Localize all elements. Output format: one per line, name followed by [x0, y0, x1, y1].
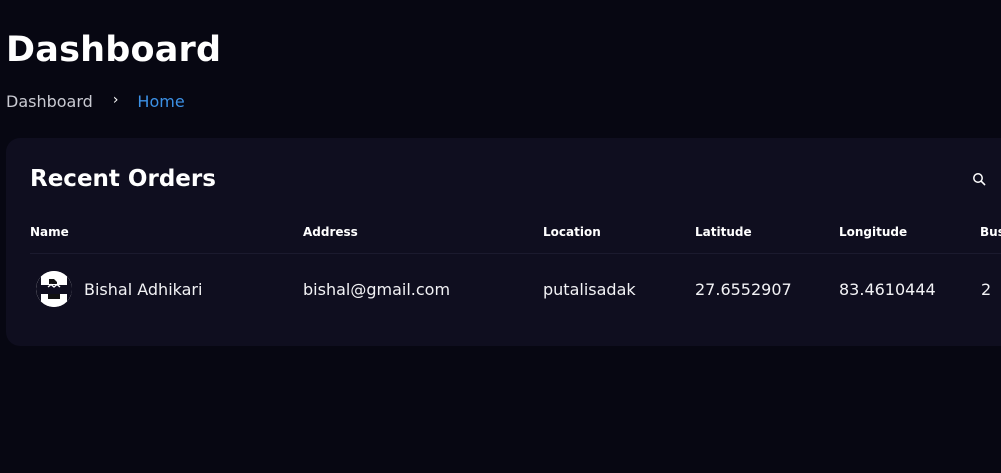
breadcrumb: Dashboard › Home: [6, 91, 185, 112]
search-icon[interactable]: [972, 172, 986, 186]
column-header-name[interactable]: Name: [30, 225, 69, 239]
page-title: Dashboard: [6, 30, 222, 70]
dashboard-page: Dashboard Dashboard › Home Recent Orders…: [0, 0, 1001, 473]
column-header-longitude[interactable]: Longitude: [839, 225, 907, 239]
breadcrumb-dashboard-link[interactable]: Dashboard: [6, 92, 93, 111]
table-header-divider: [30, 253, 1001, 254]
order-name-cell: Bishal Adhikari: [84, 280, 203, 299]
order-latitude-cell: 27.6552907: [695, 280, 792, 299]
recent-orders-title: Recent Orders: [30, 166, 216, 192]
recent-orders-card: Recent Orders Name Address Location Lati…: [6, 138, 1001, 346]
order-bus-cell: 2: [981, 280, 992, 299]
broken-image-icon: [36, 271, 72, 307]
order-location-cell: putalisadak: [543, 280, 636, 299]
order-address-cell: bishal@gmail.com: [303, 280, 451, 299]
column-header-latitude[interactable]: Latitude: [695, 225, 752, 239]
column-header-location[interactable]: Location: [543, 225, 601, 239]
order-longitude-cell: 83.4610444: [839, 280, 936, 299]
column-header-bus[interactable]: Bus: [980, 225, 1001, 239]
chevron-right-icon: ›: [112, 91, 119, 108]
column-header-address[interactable]: Address: [303, 225, 358, 239]
breadcrumb-home-link[interactable]: Home: [137, 92, 184, 111]
